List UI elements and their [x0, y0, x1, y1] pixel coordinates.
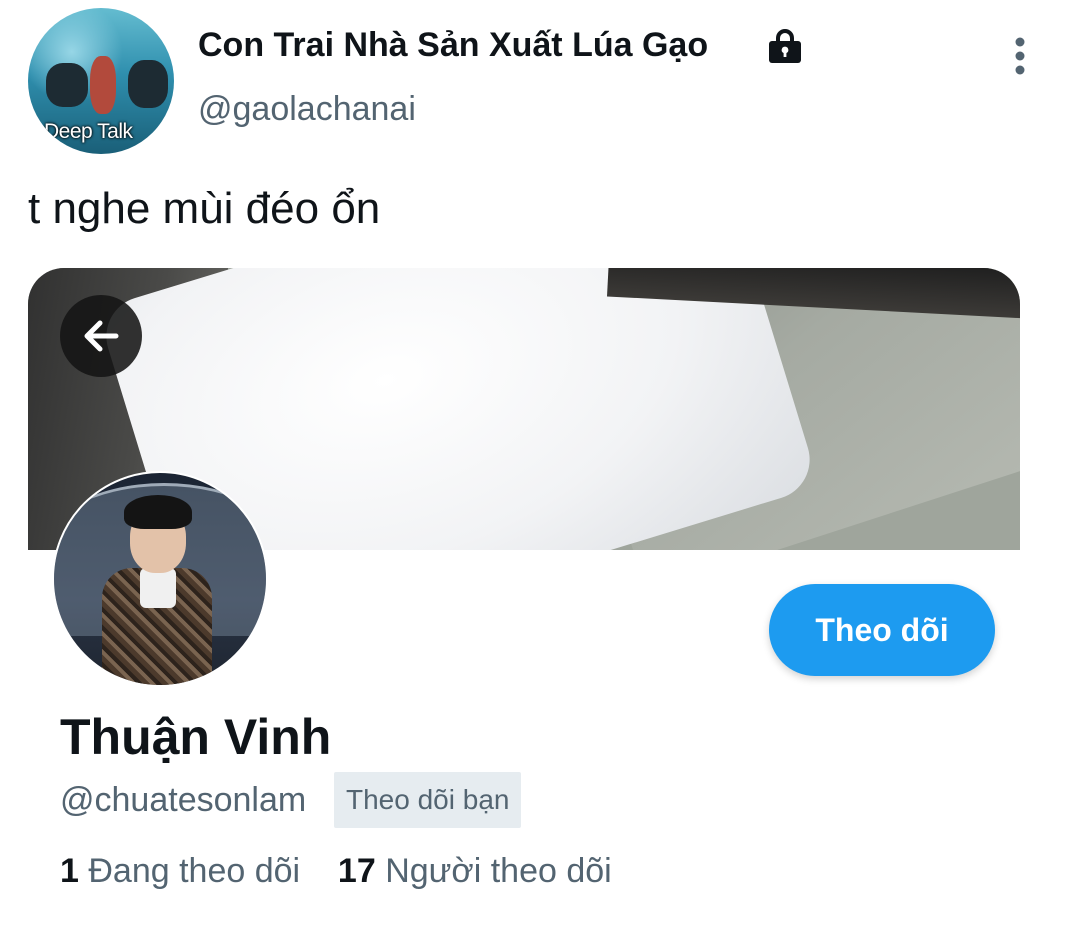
author-display-name[interactable]: Con Trai Nhà Sản Xuất Lúa Gạo	[198, 26, 708, 65]
follows-you-badge: Theo dõi bạn	[334, 772, 522, 828]
following-count: 1	[60, 852, 79, 890]
followers-count: 17	[337, 852, 376, 890]
arrow-left-icon	[84, 320, 119, 352]
author-avatar[interactable]: Deep Talk	[28, 8, 174, 154]
profile-stats: 1 Đang theo dõi 17 Người theo dõi	[60, 852, 612, 891]
following-label: Đang theo dõi	[88, 852, 301, 890]
profile-avatar[interactable]	[52, 471, 268, 687]
profile-name: Thuận Vinh	[60, 709, 332, 765]
followers-stat[interactable]: 17 Người theo dõi	[338, 852, 612, 890]
more-vertical-icon[interactable]	[1000, 34, 1040, 78]
avatar-caption: Deep Talk	[44, 120, 133, 143]
profile-handle: @chuatesonlam	[60, 781, 307, 819]
tweet-text: t nghe mùi đéo ổn	[28, 184, 381, 233]
lock-icon	[769, 29, 801, 63]
profile-card[interactable]: Theo dõi Thuận Vinh @chuatesonlam Theo d…	[28, 268, 1020, 931]
back-button[interactable]	[60, 295, 142, 377]
following-stat[interactable]: 1 Đang theo dõi	[60, 852, 310, 890]
author-handle[interactable]: @gaolachanai	[198, 90, 416, 129]
followers-label: Người theo dõi	[385, 852, 612, 890]
follow-button[interactable]: Theo dõi	[769, 584, 995, 676]
